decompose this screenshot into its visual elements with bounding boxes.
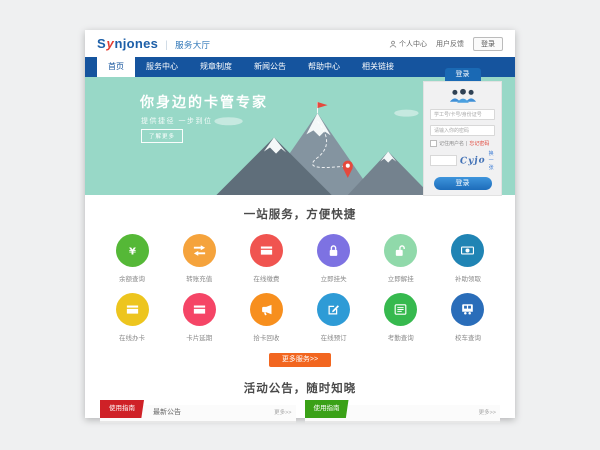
service-item-拾卡回收[interactable]: 拾卡回收	[243, 293, 289, 342]
panel-more-link[interactable]: 更多>>	[274, 405, 291, 421]
remember-forgot-divider: |	[466, 141, 467, 147]
service-label: 考勤查询	[388, 332, 414, 342]
service-item-在线办卡[interactable]: 在线办卡	[109, 293, 155, 342]
panel-ribbon-tab[interactable]: 使用指南	[100, 400, 144, 418]
more-services-button[interactable]: 更多服务>>	[269, 353, 331, 367]
service-label: 在线缴费	[253, 273, 279, 283]
service-label: 卡片延期	[186, 332, 212, 342]
announcements-section-title: 活动公告，随时知晓	[85, 380, 515, 396]
announcement-panel: 使用指南 最新公告 更多>>	[100, 405, 296, 423]
synjones-logo[interactable]: Synjones | 服务大厅	[97, 36, 210, 51]
site-window: Synjones | 服务大厅 个人中心 用户反馈 登录 首页服务中心规章制度新…	[85, 30, 515, 418]
service-item-考勤查询[interactable]: 考勤查询	[378, 293, 424, 342]
user-feedback-label: 用户反馈	[436, 39, 464, 49]
panel-more-link[interactable]: 更多>>	[479, 405, 496, 421]
service-item-立即挂失[interactable]: 立即挂失	[311, 234, 357, 283]
announcement-panels: 使用指南 最新公告 更多>> 使用指南 更多>>	[85, 405, 515, 423]
login-submit-button[interactable]: 登录	[434, 177, 492, 190]
logo-divider: |	[165, 40, 168, 51]
forgot-password-link[interactable]: 忘记密码	[469, 140, 489, 147]
captcha-refresh-link[interactable]: 换一张	[489, 150, 495, 171]
service-item-在线预订[interactable]: 在线预订	[311, 293, 357, 342]
service-label: 立即解挂	[388, 273, 414, 283]
edit-icon	[326, 302, 341, 317]
captcha-input[interactable]	[430, 155, 457, 166]
unlock-icon	[393, 243, 408, 258]
top-header: Synjones | 服务大厅 个人中心 用户反馈 登录	[85, 30, 515, 57]
login-panel: 登录 记住用户名 | 忘记密码 Cyjo 换一张 登录	[423, 68, 502, 196]
bus-icon	[460, 302, 475, 317]
service-item-在线缴费[interactable]: 在线缴费	[243, 234, 289, 283]
card-icon	[125, 302, 140, 317]
hero-cta-button[interactable]: 了解更多	[141, 129, 183, 143]
panel-ribbon-tab[interactable]: 使用指南	[305, 400, 349, 418]
service-label: 转账充值	[186, 273, 212, 283]
service-label: 在线预订	[321, 332, 347, 342]
service-item-余额查询[interactable]: 余额查询	[109, 234, 155, 283]
captcha-image[interactable]: Cyjo	[460, 155, 486, 166]
services-row-1: 余额查询 转账充值 在线缴费 立即挂失 立即解挂 补助领取	[85, 234, 515, 283]
service-item-补助领取[interactable]: 补助领取	[445, 234, 491, 283]
personal-center-link[interactable]: 个人中心	[389, 39, 427, 49]
services-section-title: 一站服务，方便快捷	[85, 206, 515, 222]
service-label: 拾卡回收	[253, 332, 279, 342]
service-label: 在线办卡	[119, 332, 145, 342]
nav-item-帮助中心[interactable]: 帮助中心	[297, 57, 351, 77]
megaphone-icon	[259, 302, 274, 317]
nav-item-相关链接[interactable]: 相关链接	[351, 57, 405, 77]
nav-item-首页[interactable]: 首页	[97, 57, 135, 77]
password-input[interactable]	[430, 125, 495, 136]
service-item-校车查询[interactable]: 校车查询	[445, 293, 491, 342]
nav-item-服务中心[interactable]: 服务中心	[135, 57, 189, 77]
banknote-icon	[460, 243, 475, 258]
header-utility-bar: 个人中心 用户反馈 登录	[389, 37, 503, 51]
user-icon	[389, 40, 397, 48]
username-input[interactable]	[430, 109, 495, 120]
users-group-icon	[445, 87, 481, 104]
card-icon	[259, 243, 274, 258]
service-label: 校车查询	[455, 332, 481, 342]
service-item-立即解挂[interactable]: 立即解挂	[378, 234, 424, 283]
header-login-button[interactable]: 登录	[473, 37, 503, 51]
announcement-panel: 使用指南 更多>>	[305, 405, 501, 423]
remember-row: 记住用户名 | 忘记密码	[430, 140, 495, 147]
login-form: 记住用户名 | 忘记密码 Cyjo 换一张 登录	[423, 81, 502, 196]
list-icon	[393, 302, 408, 317]
logo-accent: y	[106, 36, 114, 51]
service-item-转账充值[interactable]: 转账充值	[176, 234, 222, 283]
site-name: 服务大厅	[175, 39, 210, 51]
captcha-row: Cyjo 换一张	[430, 150, 495, 171]
login-tab[interactable]: 登录	[445, 68, 481, 81]
card-icon	[192, 302, 207, 317]
nav-item-规章制度[interactable]: 规章制度	[189, 57, 243, 77]
service-label: 补助领取	[455, 273, 481, 283]
logo-text: S	[97, 36, 106, 51]
service-label: 余额查询	[119, 273, 145, 283]
services-row-2: 在线办卡 卡片延期 拾卡回收 在线预订 考勤查询 校车查询	[85, 293, 515, 342]
panel-secondary-tab[interactable]: 最新公告	[153, 405, 181, 421]
remember-checkbox[interactable]	[430, 140, 437, 147]
remember-label: 记住用户名	[439, 140, 464, 147]
service-item-卡片延期[interactable]: 卡片延期	[176, 293, 222, 342]
personal-center-label: 个人中心	[399, 39, 427, 49]
yen-icon	[125, 243, 140, 258]
nav-item-新闻公告[interactable]: 新闻公告	[243, 57, 297, 77]
user-feedback-link[interactable]: 用户反馈	[436, 39, 464, 49]
mountain-illustration	[197, 99, 442, 195]
service-label: 立即挂失	[321, 273, 347, 283]
lock-icon	[326, 243, 341, 258]
logo-text: njones	[115, 36, 159, 51]
transfer-icon	[192, 243, 207, 258]
